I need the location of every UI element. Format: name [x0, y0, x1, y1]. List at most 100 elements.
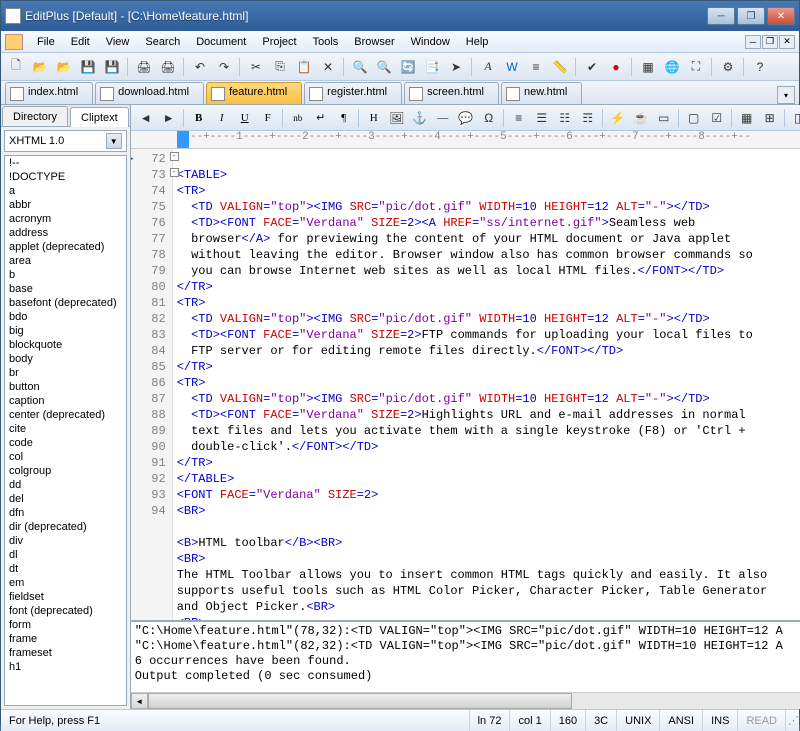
- horizontal-scrollbar[interactable]: ◄ ►: [131, 692, 800, 709]
- list-item[interactable]: fieldset: [5, 590, 126, 604]
- list-icon[interactable]: ☶: [577, 107, 599, 129]
- heading-button[interactable]: H: [363, 108, 385, 128]
- list-item[interactable]: code: [5, 436, 126, 450]
- anchor-icon[interactable]: ⚓: [409, 107, 431, 129]
- font-icon[interactable]: A: [477, 56, 499, 78]
- list-item[interactable]: big: [5, 324, 126, 338]
- menu-document[interactable]: Document: [188, 33, 254, 51]
- form-icon[interactable]: ▢: [683, 107, 705, 129]
- tableins-icon[interactable]: ⊞: [759, 107, 781, 129]
- menu-file[interactable]: File: [29, 33, 63, 51]
- list-item[interactable]: dir (deprecated): [5, 520, 126, 534]
- list-item[interactable]: body: [5, 352, 126, 366]
- linenumber-icon[interactable]: ≡: [525, 56, 547, 78]
- ol-icon[interactable]: ☷: [554, 107, 576, 129]
- list-item[interactable]: blockquote: [5, 338, 126, 352]
- tabs-more-icon[interactable]: ▾: [777, 86, 795, 104]
- code-area[interactable]: <TABLE> <TR> <TD VALIGN="top"><IMG SRC="…: [173, 149, 800, 620]
- print-preview-icon[interactable]: 🖨: [157, 56, 179, 78]
- break-button[interactable]: ↵: [310, 108, 332, 128]
- paragraph-button[interactable]: ¶: [333, 108, 355, 128]
- tab-screen[interactable]: screen.html: [404, 82, 499, 104]
- comment-icon[interactable]: 💬: [455, 107, 477, 129]
- list-item[interactable]: acronym: [5, 212, 126, 226]
- spellcheck-icon[interactable]: ✔: [581, 56, 603, 78]
- list-item[interactable]: caption: [5, 394, 126, 408]
- ruler-icon[interactable]: 📏: [549, 56, 571, 78]
- list-item[interactable]: frameset: [5, 646, 126, 660]
- menu-project[interactable]: Project: [254, 33, 304, 51]
- redo-icon[interactable]: ↷: [213, 56, 235, 78]
- list-item[interactable]: center (deprecated): [5, 408, 126, 422]
- list-item[interactable]: b: [5, 268, 126, 282]
- list-item[interactable]: br: [5, 366, 126, 380]
- list-item[interactable]: area: [5, 254, 126, 268]
- ul-icon[interactable]: ☰: [531, 107, 553, 129]
- list-item[interactable]: bdo: [5, 310, 126, 324]
- output-panel[interactable]: "C:\Home\feature.html"(78,32):<TD VALIGN…: [131, 620, 800, 692]
- list-item[interactable]: dl: [5, 548, 126, 562]
- list-item[interactable]: button: [5, 380, 126, 394]
- copy-icon[interactable]: ⎘: [269, 56, 291, 78]
- script-icon[interactable]: ⚡: [607, 107, 629, 129]
- save-all-icon[interactable]: 💾: [101, 56, 123, 78]
- menu-browser[interactable]: Browser: [346, 33, 402, 51]
- list-item[interactable]: col: [5, 450, 126, 464]
- list-item[interactable]: base: [5, 282, 126, 296]
- list-item[interactable]: abbr: [5, 198, 126, 212]
- goto-icon[interactable]: ➤: [445, 56, 467, 78]
- delete-icon[interactable]: ✕: [317, 56, 339, 78]
- tab-index[interactable]: index.html: [5, 82, 93, 104]
- open-icon[interactable]: 📂: [29, 56, 51, 78]
- new-file-icon[interactable]: 🗋: [5, 56, 27, 78]
- underline-button[interactable]: U: [234, 108, 256, 128]
- list-item[interactable]: div: [5, 534, 126, 548]
- list-item[interactable]: frame: [5, 632, 126, 646]
- list-item[interactable]: a: [5, 184, 126, 198]
- list-item[interactable]: del: [5, 492, 126, 506]
- cut-icon[interactable]: ✂: [245, 56, 267, 78]
- list-item[interactable]: colgroup: [5, 464, 126, 478]
- scroll-thumb[interactable]: [148, 693, 573, 709]
- save-icon[interactable]: 💾: [77, 56, 99, 78]
- bold-button[interactable]: B: [188, 108, 210, 128]
- menu-tools[interactable]: Tools: [305, 33, 347, 51]
- resize-grip-icon[interactable]: ⋰: [786, 710, 799, 731]
- center-icon[interactable]: ≡: [508, 107, 530, 129]
- titlebar[interactable]: EditPlus [Default] - [C:\Home\feature.ht…: [1, 1, 799, 31]
- formctrls-icon[interactable]: ☑: [706, 107, 728, 129]
- object-icon[interactable]: ▭: [653, 107, 675, 129]
- list-item[interactable]: !DOCTYPE: [5, 170, 126, 184]
- char-icon[interactable]: Ω: [478, 107, 500, 129]
- tab-new[interactable]: new.html: [501, 82, 582, 104]
- frame-icon[interactable]: ◫: [789, 107, 800, 129]
- tab-feature[interactable]: feature.html: [206, 82, 302, 104]
- menu-help[interactable]: Help: [458, 33, 497, 51]
- record-icon[interactable]: ●: [605, 56, 627, 78]
- menu-window[interactable]: Window: [403, 33, 458, 51]
- chevron-down-icon[interactable]: ▼: [106, 133, 122, 149]
- font-button[interactable]: F: [257, 108, 279, 128]
- list-item[interactable]: basefont (deprecated): [5, 296, 126, 310]
- menu-view[interactable]: View: [98, 33, 138, 51]
- list-item[interactable]: dfn: [5, 506, 126, 520]
- list-item[interactable]: h1: [5, 660, 126, 674]
- list-item[interactable]: em: [5, 576, 126, 590]
- browser-icon[interactable]: 🌐: [661, 56, 683, 78]
- open-remote-icon[interactable]: 📂: [53, 56, 75, 78]
- next-icon[interactable]: ►: [158, 107, 180, 129]
- tab-register[interactable]: register.html: [304, 82, 402, 104]
- italic-button[interactable]: I: [211, 108, 233, 128]
- print-icon[interactable]: 🖨: [133, 56, 155, 78]
- image-icon[interactable]: 🖼: [386, 107, 408, 129]
- minimize-button[interactable]: ─: [707, 7, 735, 25]
- hr-button[interactable]: —: [432, 108, 454, 128]
- fullscreen-icon[interactable]: ⛶: [685, 56, 707, 78]
- mdi-close-button[interactable]: ✕: [779, 35, 795, 49]
- list-item[interactable]: form: [5, 618, 126, 632]
- mdi-minimize-button[interactable]: ─: [745, 35, 761, 49]
- close-button[interactable]: ✕: [767, 7, 795, 25]
- cliptext-list[interactable]: !--!DOCTYPEaabbracronymaddressapplet (de…: [4, 155, 127, 706]
- prev-icon[interactable]: ◄: [135, 107, 157, 129]
- table-icon[interactable]: ▦: [736, 107, 758, 129]
